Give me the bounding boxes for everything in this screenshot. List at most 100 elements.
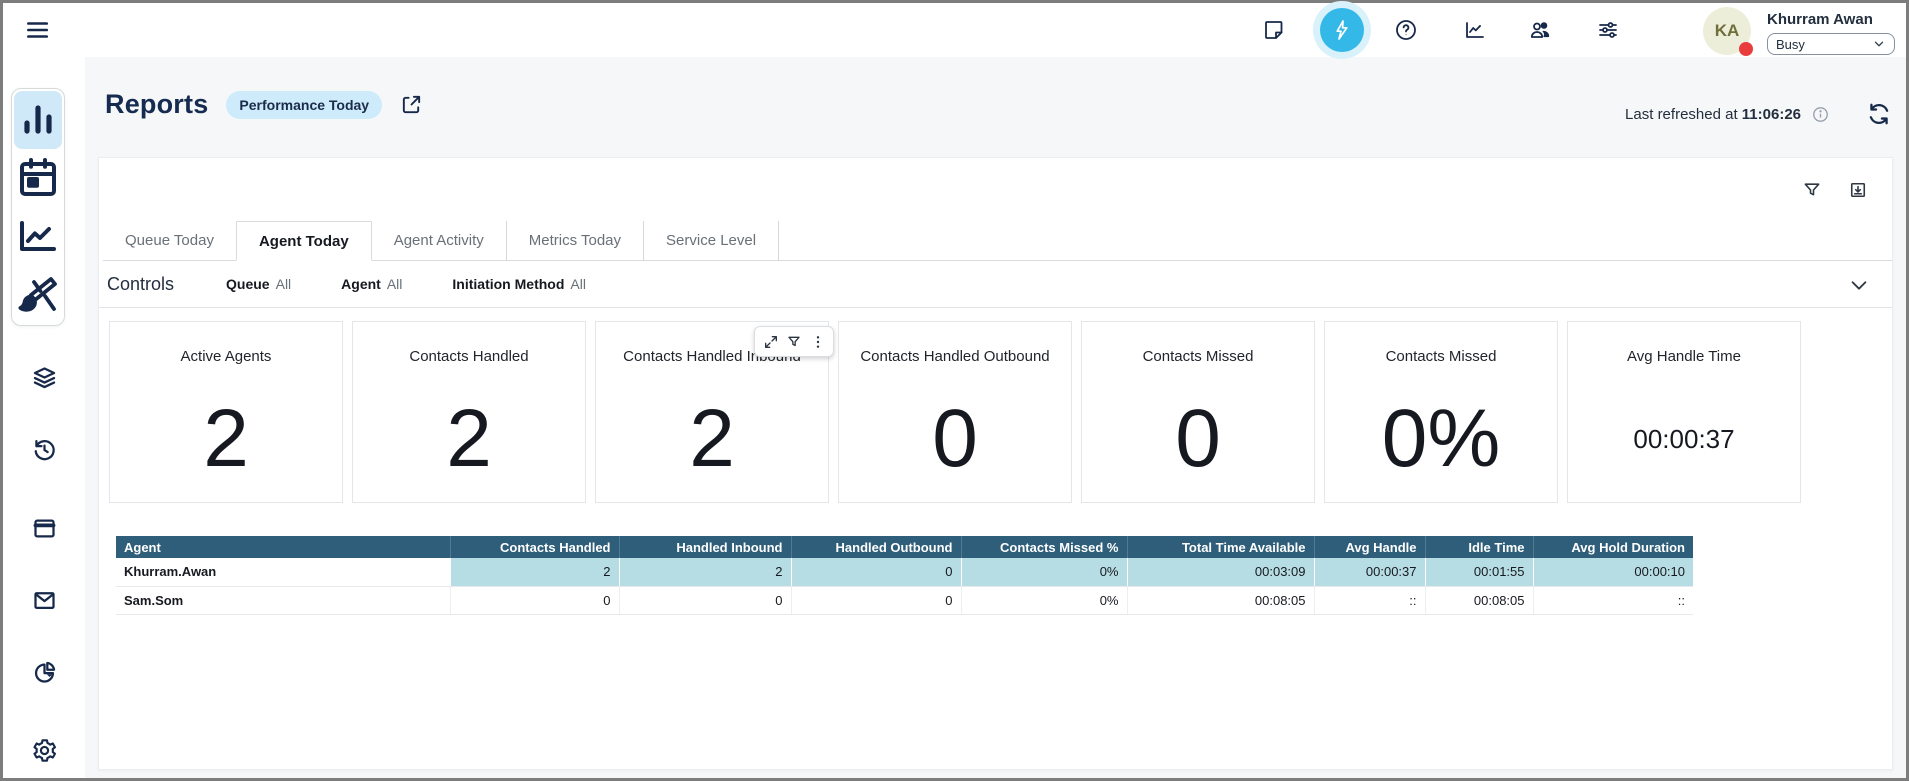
sidebar-item-settings[interactable]	[3, 737, 85, 764]
sidebar	[3, 57, 85, 778]
table-row[interactable]: Sam.Som 0 0 0 0% 00:08:05 :: 00:08:05 ::	[116, 586, 1693, 614]
controls-bar: Controls Queue All AgentAll Initiation Me…	[99, 261, 1892, 308]
cell-value: 0	[791, 558, 961, 586]
status-select[interactable]: Busy	[1767, 33, 1895, 55]
col-agent[interactable]: Agent	[116, 536, 450, 558]
cell-value: 0	[791, 586, 961, 614]
sidebar-item-history[interactable]	[3, 436, 85, 463]
tab-metrics-today[interactable]: Metrics Today	[507, 221, 644, 261]
cell-value: 00:01:55	[1425, 558, 1533, 586]
avatar[interactable]: KA	[1703, 7, 1751, 55]
sidebar-item-customize[interactable]	[14, 265, 62, 323]
cell-value: ::	[1314, 586, 1425, 614]
content-area: Reports Performance Today Last refreshed…	[85, 57, 1906, 778]
sidebar-item-bar-report[interactable]	[14, 91, 62, 149]
col-handled-inbound[interactable]: Handled Inbound	[619, 536, 791, 558]
tab-agent-today[interactable]: Agent Today	[236, 221, 372, 261]
gear-icon	[31, 737, 58, 764]
col-total-time-available[interactable]: Total Time Available	[1127, 536, 1314, 558]
help-icon[interactable]	[1394, 18, 1418, 42]
card-value: 0%	[1325, 376, 1557, 502]
history-icon	[31, 436, 58, 463]
sidebar-item-pie[interactable]	[3, 659, 85, 686]
filter-queue[interactable]: Queue All	[226, 276, 291, 292]
refresh-icon[interactable]	[1866, 101, 1892, 127]
filter-initiation-method[interactable]: Initiation MethodAll	[452, 276, 586, 292]
tab-service-level[interactable]: Service Level	[644, 221, 779, 261]
preferences-icon[interactable]	[1596, 18, 1620, 42]
card-value: 0	[839, 376, 1071, 502]
cell-value: 0%	[961, 586, 1127, 614]
card-contacts-handled-outbound[interactable]: Contacts Handled Outbound 0	[838, 321, 1072, 503]
avatar-initials: KA	[1715, 21, 1740, 41]
boost-icon[interactable]	[1320, 8, 1364, 52]
card-title: Contacts Missed	[1082, 348, 1314, 365]
agent-table: Agent Contacts Handled Handled Inbound H…	[116, 536, 1693, 615]
card-value: 2	[596, 376, 828, 502]
table-header-row: Agent Contacts Handled Handled Inbound H…	[116, 536, 1693, 558]
card-contacts-missed[interactable]: Contacts Missed 0	[1081, 321, 1315, 503]
table-row[interactable]: Khurram.Awan 2 2 0 0% 00:03:09 00:00:37 …	[116, 558, 1693, 586]
card-value: 2	[110, 376, 342, 502]
card-filter-icon[interactable]	[786, 334, 802, 350]
kebab-menu-icon[interactable]	[810, 334, 826, 350]
controls-title: Controls	[107, 274, 174, 295]
card-avg-handle-time[interactable]: Avg Handle Time 00:00:37	[1567, 321, 1801, 503]
card-value: 00:00:37	[1568, 376, 1800, 502]
tab-queue-today[interactable]: Queue Today	[103, 221, 236, 261]
card-contacts-handled[interactable]: Contacts Handled 2	[352, 321, 586, 503]
controls-collapse-chevron-icon[interactable]	[1848, 274, 1870, 296]
expand-icon[interactable]	[763, 334, 779, 350]
sidebar-item-window[interactable]	[3, 515, 85, 542]
cell-value: 2	[619, 558, 791, 586]
sidebar-report-group	[11, 88, 65, 326]
card-active-agents[interactable]: Active Agents 2	[109, 321, 343, 503]
cell-value: 00:00:10	[1533, 558, 1693, 586]
card-title: Active Agents	[110, 348, 342, 365]
col-handled-outbound[interactable]: Handled Outbound	[791, 536, 961, 558]
col-idle-time[interactable]: Idle Time	[1425, 536, 1533, 558]
cell-value: 00:00:37	[1314, 558, 1425, 586]
layers-icon	[31, 364, 58, 391]
download-icon[interactable]	[1848, 180, 1868, 200]
sidebar-item-layers[interactable]	[3, 364, 85, 391]
pie-chart-icon	[31, 659, 58, 686]
filter-initiation-method-label: Initiation Method	[452, 276, 564, 292]
info-icon[interactable]	[1811, 105, 1830, 124]
col-contacts-handled[interactable]: Contacts Handled	[450, 536, 619, 558]
status-select-value: Busy	[1776, 37, 1805, 52]
notes-icon[interactable]	[1262, 18, 1286, 42]
filter-queue-label: Queue	[226, 276, 270, 292]
col-contacts-missed-pct[interactable]: Contacts Missed %	[961, 536, 1127, 558]
page-header: Reports Performance Today	[105, 89, 423, 120]
filter-icon[interactable]	[1802, 180, 1822, 200]
filter-queue-value: All	[276, 276, 292, 292]
user-name: Khurram Awan	[1767, 11, 1873, 28]
sidebar-item-mail[interactable]	[3, 587, 85, 614]
cell-value: 0	[450, 586, 619, 614]
panel-actions	[1802, 180, 1868, 200]
last-refreshed-time: 11:06:26	[1742, 106, 1801, 123]
tab-agent-activity[interactable]: Agent Activity	[372, 221, 507, 261]
metrics-icon[interactable]	[1463, 18, 1487, 42]
contacts-icon[interactable]	[1528, 18, 1552, 42]
calendar-icon	[14, 154, 62, 202]
external-link-icon[interactable]	[400, 93, 423, 116]
filter-agent[interactable]: AgentAll	[341, 276, 402, 292]
last-refreshed-label: Last refreshed at	[1625, 106, 1742, 123]
refresh-area: Last refreshed at 11:06:26	[1625, 101, 1892, 127]
cell-agent: Khurram.Awan	[116, 558, 450, 586]
cell-value: 00:08:05	[1425, 586, 1533, 614]
col-avg-hold-duration[interactable]: Avg Hold Duration	[1533, 536, 1693, 558]
cell-agent: Sam.Som	[116, 586, 450, 614]
sidebar-item-trends[interactable]	[14, 207, 62, 265]
sidebar-item-schedule[interactable]	[14, 149, 62, 207]
cell-value: ::	[1533, 586, 1693, 614]
metric-cards: Active Agents 2 Contacts Handled 2 Conta…	[109, 321, 1801, 503]
hamburger-menu-icon[interactable]	[24, 17, 50, 43]
report-badge: Performance Today	[226, 91, 382, 119]
filter-agent-label: Agent	[341, 276, 381, 292]
col-avg-handle[interactable]: Avg Handle	[1314, 536, 1425, 558]
card-title: Avg Handle Time	[1568, 348, 1800, 365]
card-contacts-missed-pct[interactable]: Contacts Missed 0%	[1324, 321, 1558, 503]
